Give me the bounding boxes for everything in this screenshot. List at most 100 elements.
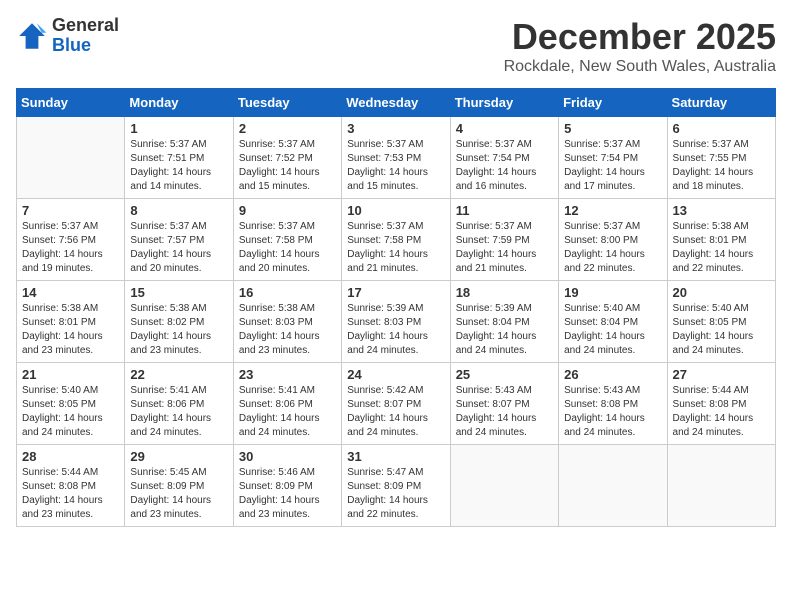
cell-info: Sunrise: 5:45 AMSunset: 8:09 PMDaylight:… xyxy=(130,466,227,522)
location: Rockdale, New South Wales, Australia xyxy=(504,58,776,76)
cell-info: Sunrise: 5:37 AMSunset: 7:53 PMDaylight:… xyxy=(347,138,444,194)
cell-info: Sunrise: 5:37 AMSunset: 7:54 PMDaylight:… xyxy=(456,138,553,194)
calendar-cell: 28 Sunrise: 5:44 AMSunset: 8:08 PMDayligh… xyxy=(17,445,125,527)
day-number: 1 xyxy=(130,121,227,136)
header-tuesday: Tuesday xyxy=(233,89,341,117)
calendar-cell: 6 Sunrise: 5:37 AMSunset: 7:55 PMDaylight… xyxy=(667,117,775,199)
day-number: 21 xyxy=(22,367,119,382)
day-number: 28 xyxy=(22,449,119,464)
cell-info: Sunrise: 5:38 AMSunset: 8:01 PMDaylight:… xyxy=(22,302,119,358)
day-number: 5 xyxy=(564,121,661,136)
calendar-cell: 31 Sunrise: 5:47 AMSunset: 8:09 PMDayligh… xyxy=(342,445,450,527)
calendar-cell: 17 Sunrise: 5:39 AMSunset: 8:03 PMDayligh… xyxy=(342,281,450,363)
header-wednesday: Wednesday xyxy=(342,89,450,117)
calendar-cell: 20 Sunrise: 5:40 AMSunset: 8:05 PMDayligh… xyxy=(667,281,775,363)
calendar-cell: 10 Sunrise: 5:37 AMSunset: 7:58 PMDayligh… xyxy=(342,199,450,281)
calendar-cell xyxy=(17,117,125,199)
calendar-cell: 1 Sunrise: 5:37 AMSunset: 7:51 PMDaylight… xyxy=(125,117,233,199)
header-monday: Monday xyxy=(125,89,233,117)
day-number: 19 xyxy=(564,285,661,300)
header-saturday: Saturday xyxy=(667,89,775,117)
calendar-cell: 18 Sunrise: 5:39 AMSunset: 8:04 PMDayligh… xyxy=(450,281,558,363)
calendar-cell: 22 Sunrise: 5:41 AMSunset: 8:06 PMDayligh… xyxy=(125,363,233,445)
calendar-cell: 23Sunrise: 5:41 AMSunset: 8:06 PMDayligh… xyxy=(233,363,341,445)
day-number: 7 xyxy=(22,203,119,218)
header-friday: Friday xyxy=(559,89,667,117)
day-number: 11 xyxy=(456,203,553,218)
calendar-cell: 8Sunrise: 5:37 AMSunset: 7:57 PMDaylight… xyxy=(125,199,233,281)
cell-info: Sunrise: 5:37 AMSunset: 7:55 PMDaylight:… xyxy=(673,138,770,194)
calendar-cell: 3Sunrise: 5:37 AMSunset: 7:53 PMDaylight… xyxy=(342,117,450,199)
calendar-cell: 11 Sunrise: 5:37 AMSunset: 7:59 PMDayligh… xyxy=(450,199,558,281)
page-header: General Blue December 2025 Rockdale, New… xyxy=(16,16,776,76)
calendar-cell: 24 Sunrise: 5:42 AMSunset: 8:07 PMDayligh… xyxy=(342,363,450,445)
cell-info: Sunrise: 5:43 AMSunset: 8:08 PMDaylight:… xyxy=(564,384,661,440)
cell-info: Sunrise: 5:40 AMSunset: 8:04 PMDaylight:… xyxy=(564,302,661,358)
cell-info: Sunrise: 5:37 AMSunset: 7:58 PMDaylight:… xyxy=(239,220,336,276)
cell-info: Sunrise: 5:47 AMSunset: 8:09 PMDaylight:… xyxy=(347,466,444,522)
calendar-cell: 9Sunrise: 5:37 AMSunset: 7:58 PMDaylight… xyxy=(233,199,341,281)
calendar-header-row: SundayMondayTuesdayWednesdayThursdayFrid… xyxy=(17,89,776,117)
cell-info: Sunrise: 5:37 AMSunset: 7:54 PMDaylight:… xyxy=(564,138,661,194)
day-number: 24 xyxy=(347,367,444,382)
calendar-cell xyxy=(450,445,558,527)
cell-info: Sunrise: 5:38 AMSunset: 8:02 PMDaylight:… xyxy=(130,302,227,358)
cell-info: Sunrise: 5:43 AMSunset: 8:07 PMDaylight:… xyxy=(456,384,553,440)
calendar-cell xyxy=(667,445,775,527)
calendar-week-row: 28 Sunrise: 5:44 AMSunset: 8:08 PMDayligh… xyxy=(17,445,776,527)
title-section: December 2025 Rockdale, New South Wales,… xyxy=(504,16,776,76)
calendar-week-row: 21Sunrise: 5:40 AMSunset: 8:05 PMDayligh… xyxy=(17,363,776,445)
cell-info: Sunrise: 5:44 AMSunset: 8:08 PMDaylight:… xyxy=(673,384,770,440)
header-thursday: Thursday xyxy=(450,89,558,117)
cell-info: Sunrise: 5:37 AMSunset: 7:56 PMDaylight:… xyxy=(22,220,119,276)
cell-info: Sunrise: 5:41 AMSunset: 8:06 PMDaylight:… xyxy=(239,384,336,440)
day-number: 31 xyxy=(347,449,444,464)
calendar-cell: 12 Sunrise: 5:37 AMSunset: 8:00 PMDayligh… xyxy=(559,199,667,281)
cell-info: Sunrise: 5:39 AMSunset: 8:04 PMDaylight:… xyxy=(456,302,553,358)
cell-info: Sunrise: 5:37 AMSunset: 8:00 PMDaylight:… xyxy=(564,220,661,276)
calendar-cell: 30 Sunrise: 5:46 AMSunset: 8:09 PMDayligh… xyxy=(233,445,341,527)
day-number: 20 xyxy=(673,285,770,300)
cell-info: Sunrise: 5:46 AMSunset: 8:09 PMDaylight:… xyxy=(239,466,336,522)
month-title: December 2025 xyxy=(504,16,776,58)
day-number: 13 xyxy=(673,203,770,218)
cell-info: Sunrise: 5:42 AMSunset: 8:07 PMDaylight:… xyxy=(347,384,444,440)
logo: General Blue xyxy=(16,16,119,56)
cell-info: Sunrise: 5:44 AMSunset: 8:08 PMDaylight:… xyxy=(22,466,119,522)
day-number: 15 xyxy=(130,285,227,300)
cell-info: Sunrise: 5:37 AMSunset: 7:51 PMDaylight:… xyxy=(130,138,227,194)
calendar-cell: 26Sunrise: 5:43 AMSunset: 8:08 PMDayligh… xyxy=(559,363,667,445)
calendar-cell: 25Sunrise: 5:43 AMSunset: 8:07 PMDayligh… xyxy=(450,363,558,445)
cell-info: Sunrise: 5:39 AMSunset: 8:03 PMDaylight:… xyxy=(347,302,444,358)
calendar-cell: 7 Sunrise: 5:37 AMSunset: 7:56 PMDaylight… xyxy=(17,199,125,281)
header-sunday: Sunday xyxy=(17,89,125,117)
logo-blue: Blue xyxy=(52,36,119,56)
calendar-week-row: 7 Sunrise: 5:37 AMSunset: 7:56 PMDaylight… xyxy=(17,199,776,281)
day-number: 4 xyxy=(456,121,553,136)
cell-info: Sunrise: 5:37 AMSunset: 7:57 PMDaylight:… xyxy=(130,220,227,276)
logo-text: General Blue xyxy=(52,16,119,56)
day-number: 12 xyxy=(564,203,661,218)
cell-info: Sunrise: 5:38 AMSunset: 8:01 PMDaylight:… xyxy=(673,220,770,276)
cell-info: Sunrise: 5:37 AMSunset: 7:58 PMDaylight:… xyxy=(347,220,444,276)
day-number: 10 xyxy=(347,203,444,218)
day-number: 18 xyxy=(456,285,553,300)
calendar-cell: 5 Sunrise: 5:37 AMSunset: 7:54 PMDaylight… xyxy=(559,117,667,199)
cell-info: Sunrise: 5:37 AMSunset: 7:59 PMDaylight:… xyxy=(456,220,553,276)
calendar-cell: 4 Sunrise: 5:37 AMSunset: 7:54 PMDaylight… xyxy=(450,117,558,199)
calendar-table: SundayMondayTuesdayWednesdayThursdayFrid… xyxy=(16,88,776,527)
day-number: 27 xyxy=(673,367,770,382)
calendar-cell: 16Sunrise: 5:38 AMSunset: 8:03 PMDayligh… xyxy=(233,281,341,363)
day-number: 6 xyxy=(673,121,770,136)
day-number: 22 xyxy=(130,367,227,382)
day-number: 30 xyxy=(239,449,336,464)
day-number: 14 xyxy=(22,285,119,300)
cell-info: Sunrise: 5:37 AMSunset: 7:52 PMDaylight:… xyxy=(239,138,336,194)
cell-info: Sunrise: 5:40 AMSunset: 8:05 PMDaylight:… xyxy=(673,302,770,358)
calendar-cell: 15 Sunrise: 5:38 AMSunset: 8:02 PMDayligh… xyxy=(125,281,233,363)
cell-info: Sunrise: 5:41 AMSunset: 8:06 PMDaylight:… xyxy=(130,384,227,440)
calendar-cell xyxy=(559,445,667,527)
day-number: 29 xyxy=(130,449,227,464)
logo-icon xyxy=(16,20,48,52)
day-number: 17 xyxy=(347,285,444,300)
